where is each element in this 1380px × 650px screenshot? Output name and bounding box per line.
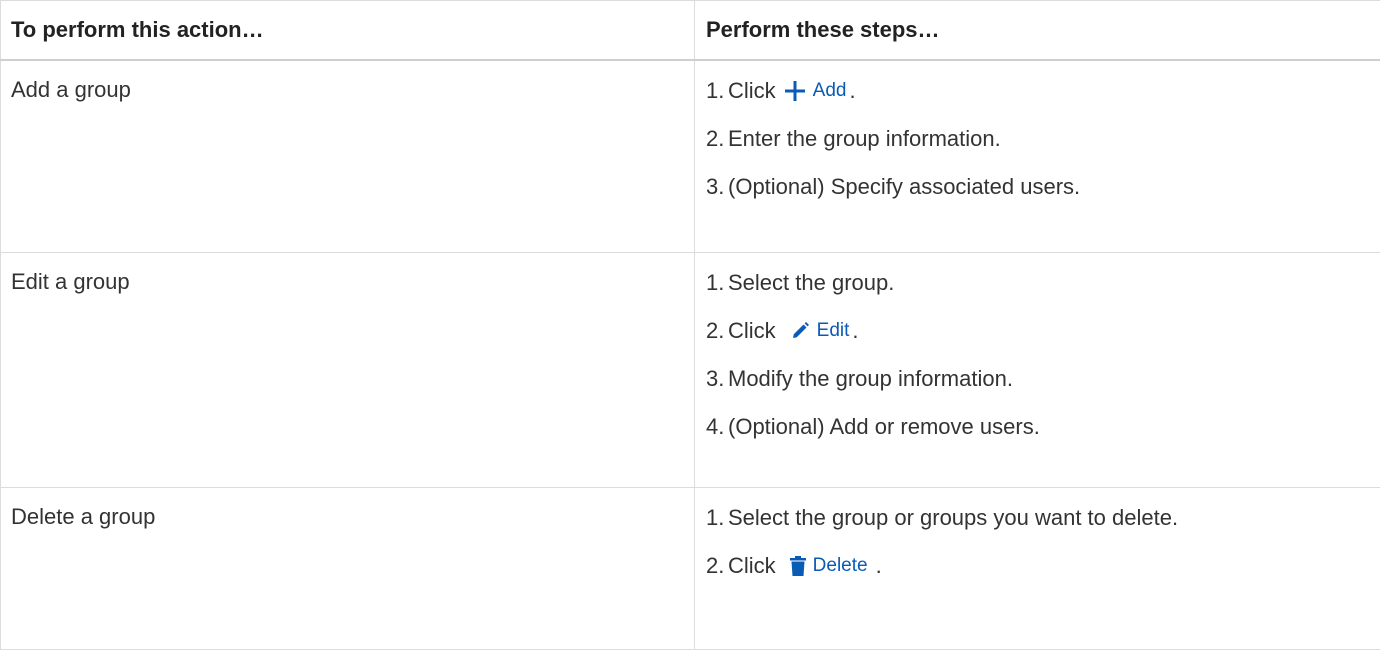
step-item: 2. Click Delete	[706, 553, 1380, 579]
step-item: 3. (Optional) Specify associated users.	[706, 174, 1380, 200]
step-text: (Optional) Add or remove users.	[728, 414, 1040, 440]
edit-button-label: Edit	[817, 318, 850, 344]
table-row-edit-group: Edit a group 1. Select the group. 2. Cli…	[1, 253, 1380, 488]
step-text: Click	[728, 78, 776, 104]
steps-list: 1. Click Add .	[706, 62, 1380, 200]
header-row: To perform this action… Perform these st…	[1, 1, 1380, 61]
step-number: 3.	[706, 174, 728, 200]
delete-button-image: Delete	[790, 553, 868, 579]
edit-button-image: Edit	[790, 318, 850, 344]
steps-cell: 1. Select the group. 2. Click	[695, 253, 1380, 488]
step-number: 4.	[706, 414, 728, 440]
step-text: Click	[728, 553, 776, 579]
step-text: Select the group or groups you want to d…	[728, 505, 1178, 531]
steps-cell: 1. Select the group or groups you want t…	[695, 488, 1380, 650]
table-row-add-group: Add a group 1. Click	[1, 60, 1380, 253]
step-suffix: .	[876, 553, 882, 579]
step-text: (Optional) Specify associated users.	[728, 174, 1080, 200]
step-number: 2.	[706, 126, 728, 152]
delete-button-label: Delete	[813, 553, 868, 579]
step-item: 3. Modify the group information.	[706, 366, 1380, 392]
action-cell: Delete a group	[1, 488, 695, 650]
header-steps: Perform these steps…	[695, 1, 1380, 61]
step-suffix: .	[849, 78, 855, 104]
action-cell: Add a group	[1, 60, 695, 253]
add-button-label: Add	[813, 78, 847, 104]
action-cell: Edit a group	[1, 253, 695, 488]
add-button-image: Add	[784, 78, 847, 104]
step-text: Enter the group information.	[728, 126, 1001, 152]
step-item: 4. (Optional) Add or remove users.	[706, 414, 1380, 440]
steps-cell: 1. Click Add .	[695, 60, 1380, 253]
trash-icon	[790, 556, 806, 576]
header-action: To perform this action…	[1, 1, 695, 61]
step-text: Select the group.	[728, 270, 894, 296]
step-number: 1.	[706, 270, 728, 296]
step-number: 2.	[706, 318, 728, 344]
steps-list: 1. Select the group. 2. Click	[706, 254, 1380, 440]
step-number: 1.	[706, 78, 728, 104]
step-number: 3.	[706, 366, 728, 392]
step-item: 1. Click Add .	[706, 78, 1380, 104]
table-row-delete-group: Delete a group 1. Select the group or gr…	[1, 488, 1380, 650]
step-item: 1. Select the group or groups you want t…	[706, 505, 1380, 531]
step-number: 2.	[706, 553, 728, 579]
plus-icon	[784, 80, 806, 102]
step-text: Click	[728, 318, 776, 344]
step-item: 1. Select the group.	[706, 270, 1380, 296]
steps-list: 1. Select the group or groups you want t…	[706, 489, 1380, 579]
step-item: 2. Click Edit .	[706, 318, 1380, 344]
pencil-icon	[790, 321, 810, 341]
step-item: 2. Enter the group information.	[706, 126, 1380, 152]
step-text: Modify the group information.	[728, 366, 1013, 392]
steps-table: To perform this action… Perform these st…	[0, 0, 1380, 650]
step-number: 1.	[706, 505, 728, 531]
step-suffix: .	[852, 318, 858, 344]
